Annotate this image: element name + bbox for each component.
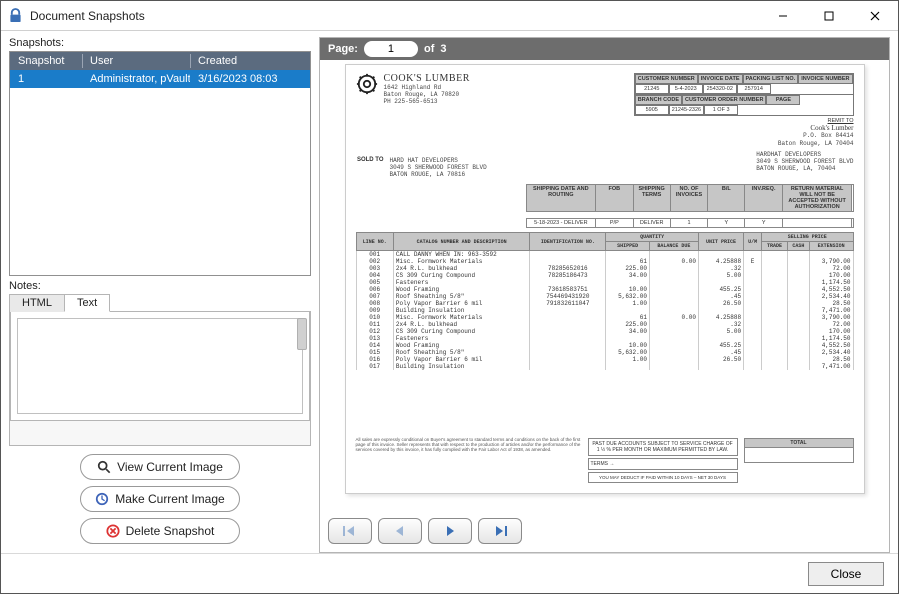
deduct-note: YOU MAY DEDUCT IF PAID WITHIN 10 DAYS – … [588,472,738,483]
left-panel: Snapshots: Snapshot User Created 1Admini… [9,37,311,553]
cell-created: 3/16/2023 08:03 [190,73,310,85]
page-total: 3 [440,43,446,55]
page-of-label: of [424,43,434,55]
invoice-line: 006Wood Framing7361858375110.00455.254,5… [356,286,853,293]
invoice-line: 004CS 309 Curing Compound7828518647334.0… [356,272,853,279]
brand-name: COOK'S LUMBER [384,73,470,84]
terms-label: TERMS → [591,461,615,467]
invoice-line: 001CALL DANNY WHEN IN: 963-3592 [356,251,853,259]
invoice-line: 005Fasteners1,174.50 [356,279,853,286]
invoice-line: 008Poly Vapor Barrier 6 mil7918326110471… [356,300,853,307]
delete-snapshot-label: Delete Snapshot [126,524,215,538]
notes-tabs: HTML Text [9,294,311,312]
view-current-image-button[interactable]: View Current Image [80,454,240,480]
snapshots-grid[interactable]: Snapshot User Created 1Administrator, pV… [9,51,311,276]
invoice-line: 009Building Insulation7,471.00 [356,307,853,314]
invoice-line: 0032x4 R.L. bulkhead78285652016225.00.32… [356,265,853,272]
sold-to-label: SOLD TO [356,157,384,179]
view-current-image-label: View Current Image [117,460,223,474]
refresh-icon [95,492,109,506]
invoice-line: 013Fasteners1,174.50 [356,335,853,342]
notes-label: Notes: [9,280,311,292]
invoice-line: 014Wood Framing10.00455.254,552.50 [356,342,853,349]
magnifier-icon [97,460,111,474]
cell-user: Administrator, pVault [82,73,190,85]
next-page-button[interactable] [428,518,472,544]
close-dialog-button[interactable]: Close [808,562,884,586]
invoice-line: 016Poly Vapor Barrier 6 mil1.0026.5028.5… [356,356,853,363]
delete-snapshot-button[interactable]: Delete Snapshot [80,518,240,544]
make-current-image-button[interactable]: Make Current Image [80,486,240,512]
col-snapshot[interactable]: Snapshot [10,52,82,70]
first-page-button[interactable] [328,518,372,544]
lock-icon [9,8,22,23]
table-row[interactable]: 1Administrator, pVault3/16/2023 08:03 [10,70,310,88]
cell-snapshot: 1 [10,73,82,85]
delete-x-icon [106,524,120,538]
title-bar: Document Snapshots [1,1,898,31]
notes-panel [9,311,311,446]
col-created[interactable]: Created [190,52,310,70]
page-number-input[interactable] [364,41,418,57]
col-user[interactable]: User [82,52,190,70]
invoice-line: 015Roof Sheathing 5/8"5,632.00.452,534.4… [356,349,853,356]
window-title: Document Snapshots [30,9,760,23]
invoice-line: 0112x4 R.L. bulkhead225.00.3272.00 [356,321,853,328]
invoice-line: 012CS 309 Curing Compound34.005.00170.00 [356,328,853,335]
page-nav [320,510,889,552]
tab-text[interactable]: Text [64,294,110,312]
total-label: TOTAL [745,439,853,448]
fine-print: All sales are expressly conditional on B… [356,438,582,453]
dialog-footer: Close [1,553,898,593]
preview-panel: Page: of 3 [319,37,890,553]
pager-bar: Page: of 3 [320,38,889,60]
remit-line1: P.O. Box 84414 [634,132,854,139]
notes-textarea[interactable] [17,318,303,414]
prev-page-button[interactable] [378,518,422,544]
grid-header: Snapshot User Created [10,52,310,70]
invoice-line: 010Misc. Formwork Materials610.004.25888… [356,314,853,321]
minimize-button[interactable] [760,1,806,30]
document-preview: COOK'S LUMBER 1642 Highland RdBaton Roug… [345,64,865,494]
invoice-line: 017Building Insulation7,471.00 [356,363,853,370]
remit-name: Cook's Lumber [634,124,854,132]
invoice-line: 002Misc. Formwork Materials610.004.25888… [356,258,853,265]
dialog-window: Document Snapshots Snapshots: Snapshot U… [0,0,899,594]
remit-line2: Baton Rouge, LA 70404 [634,140,854,147]
maximize-button[interactable] [806,1,852,30]
make-current-image-label: Make Current Image [115,492,224,506]
close-button[interactable] [852,1,898,30]
snapshots-label: Snapshots: [9,37,311,49]
invoice-line: 007Roof Sheathing 5/8"7544694319205,632.… [356,293,853,300]
brand-gear-icon [356,73,378,95]
last-page-button[interactable] [478,518,522,544]
scrollbar-thumb[interactable] [297,318,307,350]
page-label: Page: [328,43,358,55]
tab-html[interactable]: HTML [9,294,65,312]
past-due-note: PAST DUE ACCOUNTS SUBJECT TO SERVICE CHA… [588,438,738,456]
